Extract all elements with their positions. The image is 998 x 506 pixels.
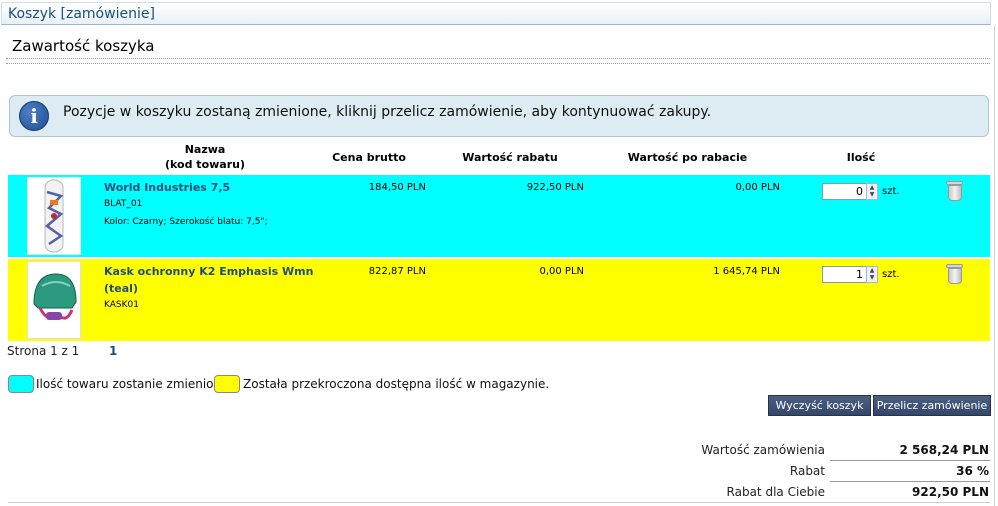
legend-swatch-cyan xyxy=(8,375,34,393)
unit-label: szt. xyxy=(882,186,900,197)
clear-cart-button[interactable]: Wyczyść koszyk xyxy=(768,395,871,416)
after-discount-value: 0,00 PLN xyxy=(735,182,780,193)
pager-page-link[interactable]: 1 xyxy=(109,344,117,358)
info-icon: i xyxy=(19,101,49,131)
summary-order-label: Wartość zamówienia xyxy=(701,443,825,457)
summary-divider xyxy=(830,460,990,461)
quantity-spinner[interactable]: ▲ ▼ xyxy=(866,183,878,200)
product-name-variant[interactable]: (teal) xyxy=(104,280,138,297)
col-header-discount: Wartość rabatu xyxy=(462,151,558,164)
summary-divider xyxy=(830,481,990,482)
divider xyxy=(6,58,990,59)
summary-order-value: 2 568,24 PLN xyxy=(899,443,990,457)
product-image-skateboard[interactable] xyxy=(27,177,81,255)
summary-yours-value: 922,50 PLN xyxy=(912,485,989,499)
discount-value: 0,00 PLN xyxy=(539,266,584,277)
product-attributes: Kolor: Czarny; Szerokość blatu: 7,5"; xyxy=(104,217,268,227)
spin-down-icon[interactable]: ▼ xyxy=(867,191,877,198)
product-name-link[interactable]: Kask ochronny K2 Emphasis Wmn xyxy=(104,263,313,280)
page-header: Koszyk [zamówienie] xyxy=(1,2,991,25)
summary-discount-label: Rabat xyxy=(789,464,825,478)
price-value: 184,50 PLN xyxy=(368,182,426,193)
col-header-after-discount: Wartość po rabacie xyxy=(627,151,748,164)
legend-swatch-yellow xyxy=(214,375,240,393)
summary-discount-value: 36 % xyxy=(956,464,989,478)
col-header-code: (kod towaru) xyxy=(165,158,245,171)
recalculate-button[interactable]: Przelicz zamówienie xyxy=(873,395,991,416)
quantity-spinner[interactable]: ▲ ▼ xyxy=(866,266,878,283)
product-image-helmet[interactable] xyxy=(27,261,81,339)
product-code: KASK01 xyxy=(104,300,139,310)
unit-label: szt. xyxy=(882,269,900,280)
discount-value: 922,50 PLN xyxy=(526,182,584,193)
price-value: 822,87 PLN xyxy=(368,266,426,277)
legend-text-yellow: Została przekroczona dostępna ilość w ma… xyxy=(243,377,550,391)
spin-up-icon[interactable]: ▲ xyxy=(867,184,877,191)
section-title: Zawartość koszyka xyxy=(12,37,155,55)
summary-yours-label: Rabat dla Ciebie xyxy=(726,485,825,499)
col-header-name: Nazwa xyxy=(184,143,226,156)
quantity-input[interactable]: 1 xyxy=(822,266,867,283)
trash-icon[interactable] xyxy=(948,185,962,201)
col-header-price: Cena brutto xyxy=(332,151,406,164)
bottom-divider xyxy=(8,502,990,503)
product-name-link[interactable]: World Industries 7,5 xyxy=(104,179,230,196)
col-header-quantity: Ilość xyxy=(846,151,876,164)
quantity-input[interactable]: 0 xyxy=(822,183,867,200)
divider xyxy=(6,63,990,64)
pager-label: Strona 1 z 1 xyxy=(7,344,80,358)
page-title: Koszyk [zamówienie] xyxy=(8,6,155,22)
legend-text-cyan: Ilość towaru zostanie zmieniona. xyxy=(36,377,233,391)
spin-down-icon[interactable]: ▼ xyxy=(867,274,877,281)
after-discount-value: 1 645,74 PLN xyxy=(713,266,780,277)
spin-up-icon[interactable]: ▲ xyxy=(867,267,877,274)
product-code: BLAT_01 xyxy=(104,199,143,209)
trash-icon[interactable] xyxy=(948,268,962,284)
right-border xyxy=(994,26,995,506)
info-message: Pozycje w koszyku zostaną zmienione, kli… xyxy=(63,104,712,120)
